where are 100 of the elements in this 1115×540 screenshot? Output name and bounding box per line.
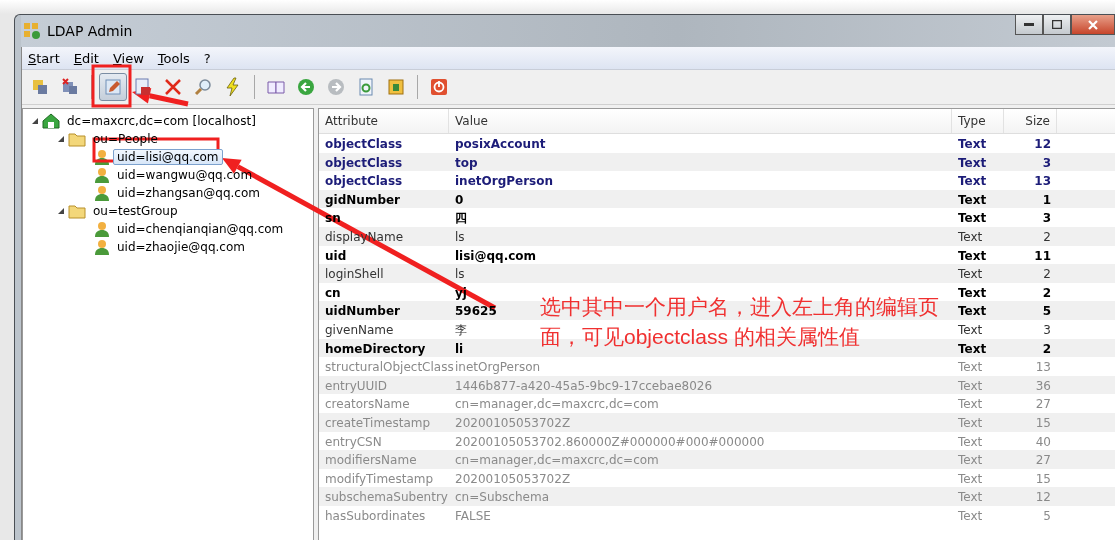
table-cell: 5 xyxy=(1042,304,1051,319)
table-cell: FALSE xyxy=(455,508,491,523)
power-icon xyxy=(429,77,449,97)
tree-item[interactable]: ou=testGroup xyxy=(89,203,182,219)
table-cell: 36 xyxy=(1035,378,1051,393)
table-cell: Text xyxy=(958,155,987,170)
table-cell: Text xyxy=(958,490,983,505)
table-cell: objectClass xyxy=(325,174,403,189)
chart-icon xyxy=(386,77,406,97)
table-cell: 27 xyxy=(1035,397,1051,412)
tree-item[interactable]: uid=zhaojie@qq.com xyxy=(113,239,249,255)
table-cell: Text xyxy=(958,397,983,412)
connect-icon xyxy=(30,77,50,97)
window-title: LDAP Admin xyxy=(47,23,134,39)
table-cell: uidNumber xyxy=(325,304,400,319)
table-cell: Text xyxy=(958,378,983,393)
close-button[interactable] xyxy=(1071,15,1115,35)
menu-item[interactable]: ? xyxy=(203,50,211,66)
table-cell: lisi@qq.com xyxy=(455,248,537,263)
table-cell: Text xyxy=(958,248,987,263)
column-header[interactable]: Value xyxy=(449,109,952,133)
tree-item[interactable]: uid=lisi@qq.com xyxy=(113,149,223,165)
tree-item[interactable]: uid=zhangsan@qq.com xyxy=(113,185,264,201)
table-cell: objectClass xyxy=(325,137,403,151)
user-icon xyxy=(94,184,110,202)
table-cell: 15 xyxy=(1035,415,1051,430)
table-cell: cn=manager,dc=maxcrc,dc=com xyxy=(455,397,659,412)
table-cell: Text xyxy=(958,211,987,226)
table-cell: 12 xyxy=(1035,490,1051,505)
table-cell: 2 xyxy=(1042,341,1051,356)
tree-item[interactable]: uid=chenqianqian@qq.com xyxy=(113,221,288,237)
cross-icon xyxy=(163,77,183,97)
column-header[interactable]: Attribute xyxy=(319,109,449,133)
table-cell: 1446b877-a420-45a5-9bc9-17ccebae8026 xyxy=(455,378,713,393)
minimize-button[interactable] xyxy=(1015,15,1043,35)
table-cell: modifyTimestamp xyxy=(325,471,434,486)
table-cell: Text xyxy=(958,471,983,486)
table-cell: 13 xyxy=(1035,360,1051,375)
search-icon xyxy=(193,77,213,97)
menu-item[interactable]: View xyxy=(112,50,144,66)
table-cell: Text xyxy=(958,434,983,449)
table-cell: Text xyxy=(958,192,987,207)
table-cell: modifiersName xyxy=(325,453,417,468)
table-cell: cn=manager,dc=maxcrc,dc=com xyxy=(455,453,659,468)
pencil-icon xyxy=(103,77,123,97)
table-cell: 1 xyxy=(1042,192,1051,207)
table-cell: ls xyxy=(455,267,465,282)
table-cell: Text xyxy=(958,322,983,337)
table-cell: Text xyxy=(958,229,983,244)
table-cell: 李 xyxy=(455,322,467,337)
table-cell: 20200105053702Z xyxy=(455,415,571,430)
folder-icon xyxy=(68,131,86,147)
user-icon xyxy=(94,148,110,166)
menu-item[interactable]: Edit xyxy=(73,50,99,66)
table-cell: entryUUID xyxy=(325,378,388,393)
table-cell: 13 xyxy=(1034,174,1051,189)
expanded-triangle-icon[interactable] xyxy=(31,117,39,125)
table-cell: createTimestamp xyxy=(325,415,431,430)
tree-item[interactable]: ou=People xyxy=(89,131,162,147)
menu-item[interactable]: Start xyxy=(28,50,60,66)
table-cell: ls xyxy=(455,229,465,244)
table-cell: creatorsName xyxy=(325,397,410,412)
table-cell: inetOrgPerson xyxy=(455,360,541,375)
expanded-triangle-icon[interactable] xyxy=(57,135,65,143)
table-cell: 3 xyxy=(1042,155,1051,170)
menu-item[interactable]: Tools xyxy=(157,50,190,66)
table-cell: 11 xyxy=(1034,248,1051,263)
table-cell: Text xyxy=(958,304,987,319)
table-cell: givenName xyxy=(325,322,394,337)
disconnect-icon xyxy=(60,77,80,97)
table-cell: 3 xyxy=(1042,211,1051,226)
refresh-icon xyxy=(356,77,376,97)
table-cell: 27 xyxy=(1035,453,1051,468)
user-icon xyxy=(94,220,110,238)
table-cell: objectClass xyxy=(325,155,403,170)
table-cell: li xyxy=(455,341,464,356)
table-cell: 0 xyxy=(455,192,464,207)
tree-item[interactable]: uid=wangwu@qq.com xyxy=(113,167,257,183)
table-cell: 12 xyxy=(1034,137,1051,151)
table-cell: 3 xyxy=(1043,322,1051,337)
user-icon xyxy=(94,238,110,256)
server-icon xyxy=(42,113,60,129)
table-cell: homeDirectory xyxy=(325,341,426,356)
table-cell: Text xyxy=(958,341,987,356)
column-header[interactable]: Size xyxy=(1004,109,1057,133)
document-icon xyxy=(133,77,153,97)
table-cell: 四 xyxy=(455,211,467,226)
maximize-button[interactable] xyxy=(1043,15,1071,35)
highlight-frame xyxy=(91,64,132,108)
table-cell: 2 xyxy=(1043,267,1051,282)
table-cell: 20200105053702.860000Z#000000#000#000000 xyxy=(455,434,765,449)
table-cell: Text xyxy=(958,360,983,375)
column-header[interactable]: Type xyxy=(952,109,1004,133)
toolbar-button[interactable] xyxy=(99,73,127,101)
table-cell: Text xyxy=(958,137,987,151)
expanded-triangle-icon[interactable] xyxy=(57,207,65,215)
table-cell: 2 xyxy=(1043,229,1051,244)
user-icon xyxy=(94,166,110,184)
table-cell: top xyxy=(455,155,478,170)
tree-item[interactable]: dc=maxcrc,dc=com [localhost] xyxy=(63,113,260,129)
